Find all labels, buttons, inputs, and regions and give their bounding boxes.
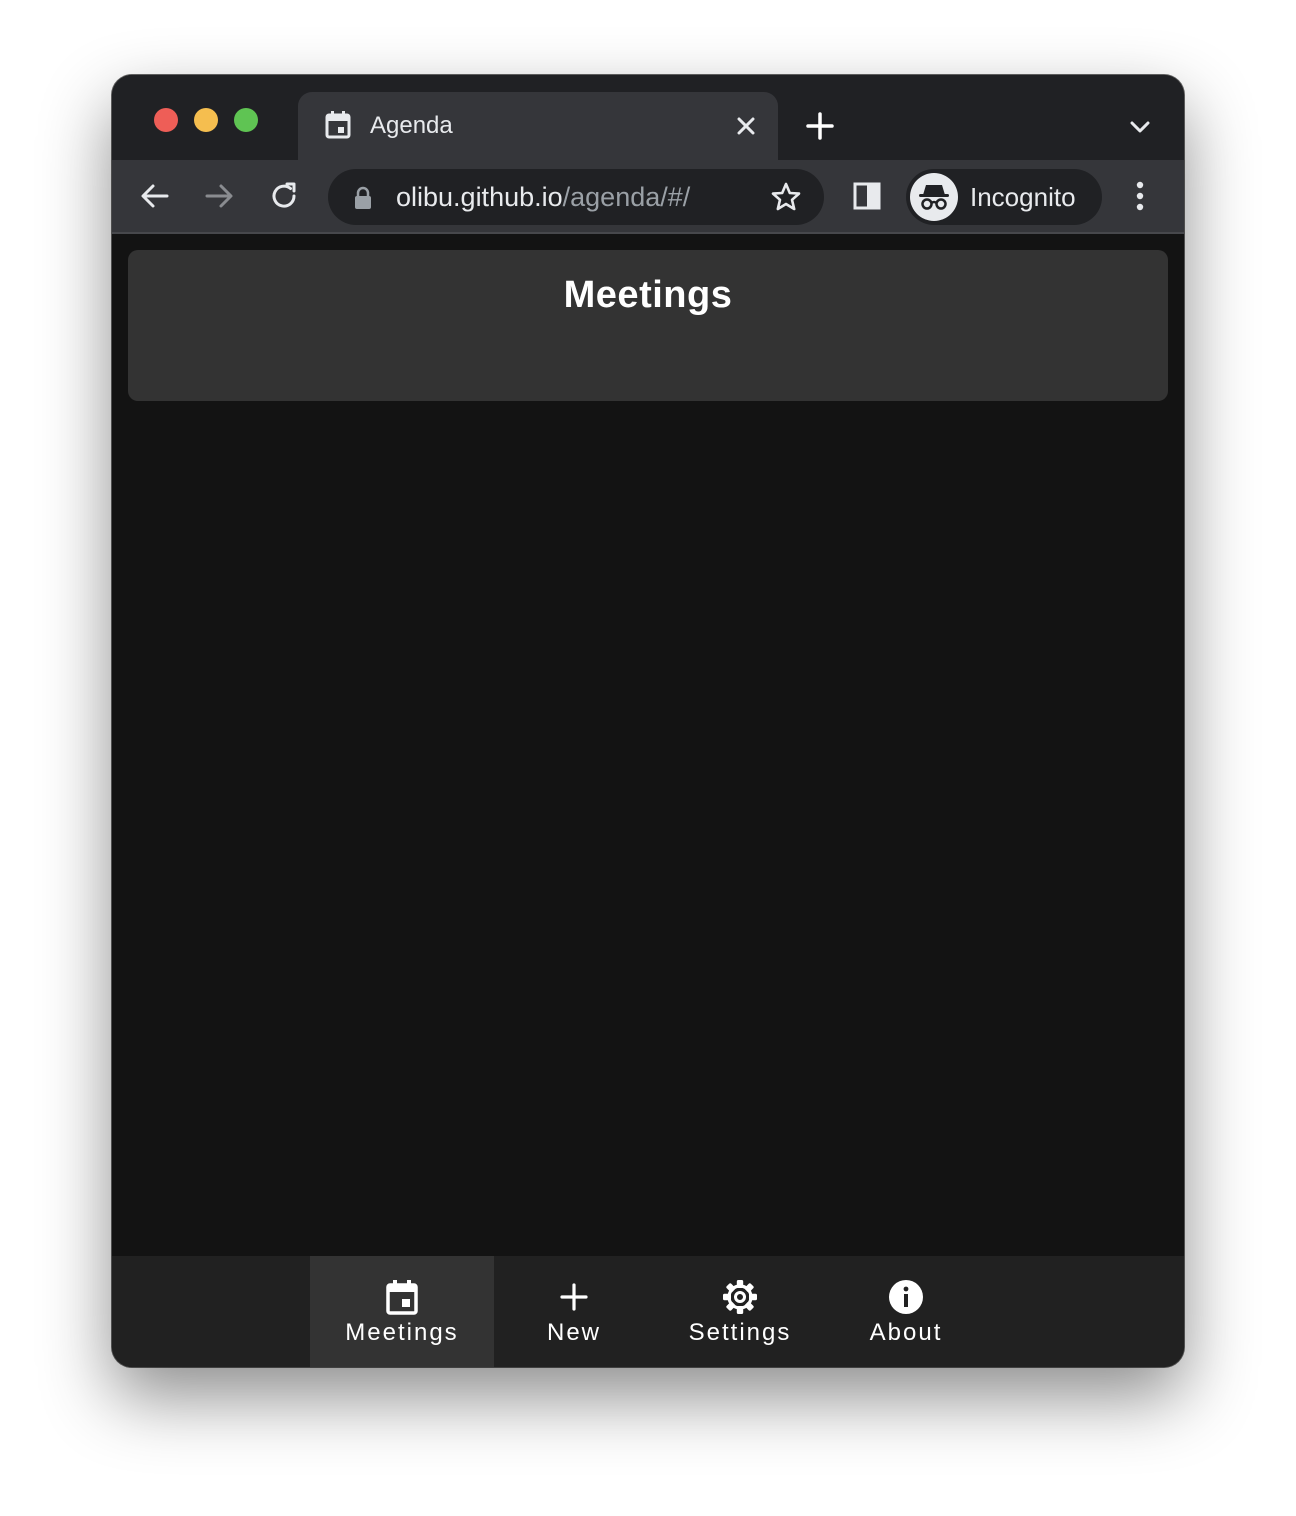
tab-strip: Agenda [112,75,1184,160]
zoom-window-button[interactable] [234,108,258,132]
incognito-icon [910,173,958,221]
url-text[interactable]: olibu.github.io/agenda/#/ [396,181,690,213]
plus-icon [560,1283,588,1311]
browser-tab-agenda[interactable]: Agenda [298,92,778,160]
new-tab-icon[interactable] [804,110,836,142]
minimize-window-button[interactable] [194,108,218,132]
page-header: Meetings [128,250,1168,401]
browser-window: Agenda olibu.github.io/agenda/#/ Incogni… [112,75,1184,1367]
calendar-icon [386,1280,418,1315]
gear-icon [723,1280,757,1314]
lock-icon[interactable] [352,186,374,210]
tab-title: Agenda [370,112,453,139]
more-options-icon[interactable] [1126,179,1154,213]
nav-item-about[interactable]: About [826,1256,986,1367]
nav-item-meetings[interactable]: Meetings [310,1256,494,1367]
side-panel-icon[interactable] [852,181,882,211]
nav-label-settings: Settings [688,1319,792,1346]
browser-toolbar: olibu.github.io/agenda/#/ Incognito [112,160,1184,234]
url-path: /agenda/#/ [562,182,691,212]
forward-arrow-icon[interactable] [202,179,236,213]
nav-item-new[interactable]: New [494,1256,654,1367]
back-arrow-icon[interactable] [138,179,172,213]
page-title: Meetings [563,274,733,316]
nav-label-about: About [869,1319,943,1346]
nav-label-meetings: Meetings [345,1319,459,1346]
calendar-icon [325,111,351,139]
profile-incognito-button[interactable]: Incognito [906,169,1102,225]
nav-label-new: New [546,1319,601,1346]
profile-label: Incognito [970,182,1076,212]
close-tab-icon[interactable] [732,112,760,140]
bookmark-star-icon[interactable] [770,181,802,213]
nav-item-settings[interactable]: Settings [654,1256,826,1367]
info-icon [889,1280,923,1314]
close-window-button[interactable] [154,108,178,132]
bottom-navigation: Meetings New Settings About [112,1256,1184,1367]
url-host: olibu.github.io [396,182,563,212]
chevron-down-icon[interactable] [1126,113,1154,141]
reload-icon[interactable] [267,179,301,213]
address-bar[interactable]: olibu.github.io/agenda/#/ [328,169,824,225]
page-content: Meetings [112,234,1184,1256]
